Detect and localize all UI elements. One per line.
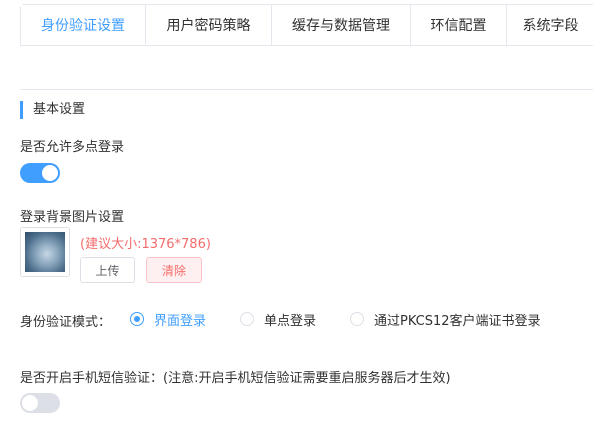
radio-ui-login[interactable]: 界面登录 [130, 310, 207, 329]
background-image [25, 232, 65, 272]
clear-button[interactable]: 清除 [146, 257, 202, 283]
tab-easemob-config[interactable]: 环信配置 [411, 5, 507, 45]
sms-label: 是否开启手机短信验证：(注意:开启手机短信验证需要重启服务器后才生效) [20, 371, 451, 386]
radio-dot [240, 312, 254, 326]
section-title: 基本设置 [20, 101, 85, 119]
background-thumbnail[interactable] [20, 227, 70, 277]
auth-mode-label: 身份验证模式： [20, 315, 112, 330]
radio-ui-login-label: 界面登录 [154, 313, 207, 329]
size-hint: (建议大小:1376*786) [80, 237, 211, 252]
settings-tabs: 身份验证设置 用户密码策略 缓存与数据管理 环信配置 系统字段 [20, 4, 593, 46]
sms-switch[interactable] [20, 393, 60, 413]
divider [20, 89, 593, 90]
tab-auth-settings[interactable]: 身份验证设置 [21, 5, 146, 45]
multi-login-switch[interactable] [20, 163, 60, 183]
radio-dot [350, 312, 364, 326]
multi-login-label: 是否允许多点登录 [20, 140, 125, 155]
radio-pkcs12-login[interactable]: 通过PKCS12客户端证书登录 [350, 310, 541, 329]
settings-page: 身份验证设置 用户密码策略 缓存与数据管理 环信配置 系统字段 基本设置 是否允… [0, 0, 593, 426]
radio-sso-login[interactable]: 单点登录 [240, 310, 317, 329]
switch-knob [22, 395, 38, 411]
upload-button[interactable]: 上传 [80, 257, 135, 283]
switch-knob [42, 165, 58, 181]
radio-dot [130, 312, 144, 326]
radio-sso-login-label: 单点登录 [264, 313, 317, 329]
tab-cache-data[interactable]: 缓存与数据管理 [272, 5, 411, 45]
radio-pkcs12-login-label: 通过PKCS12客户端证书登录 [374, 313, 541, 329]
tab-password-policy[interactable]: 用户密码策略 [146, 5, 272, 45]
tab-system-fields[interactable]: 系统字段 [507, 5, 593, 45]
background-label: 登录背景图片设置 [20, 210, 125, 225]
